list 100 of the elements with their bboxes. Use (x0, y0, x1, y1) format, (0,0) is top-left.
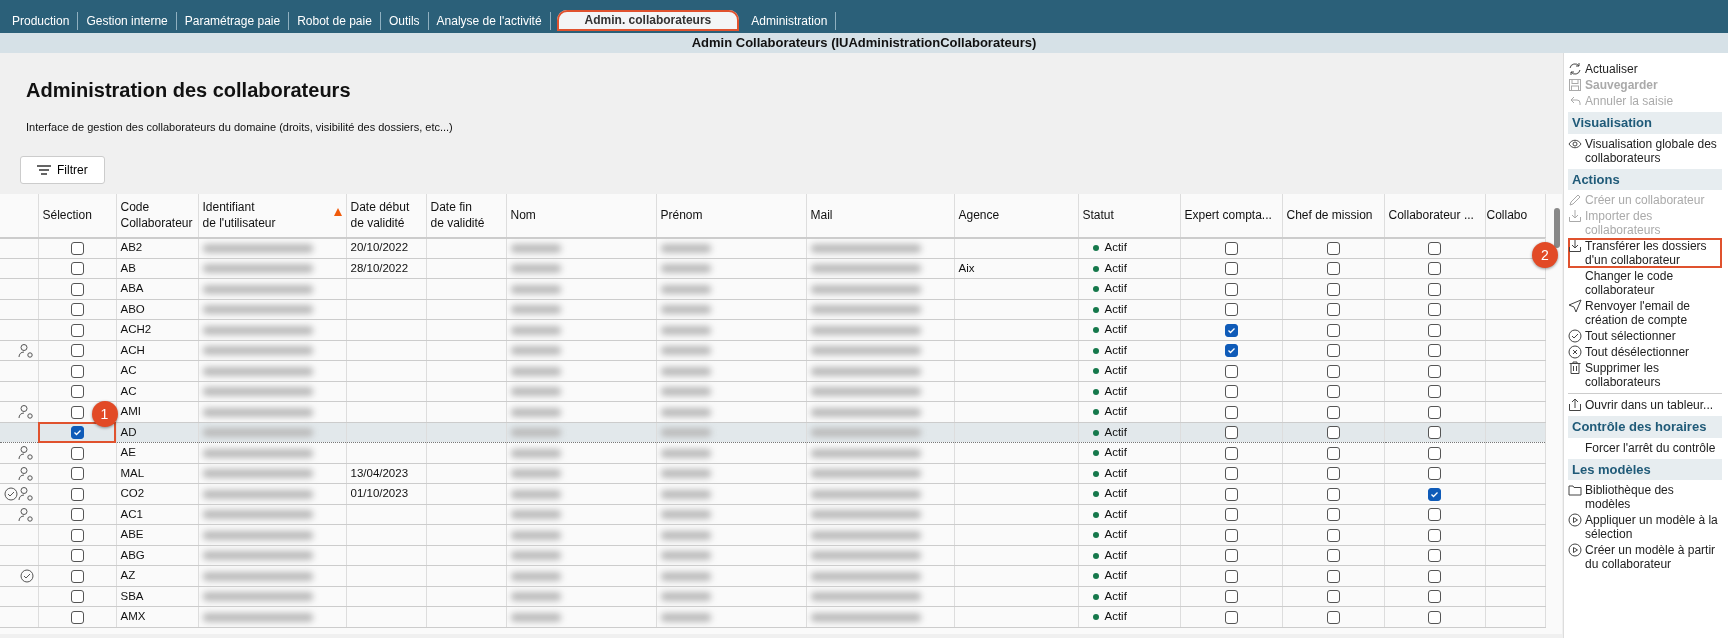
checkbox[interactable] (1428, 282, 1441, 296)
checkbox[interactable] (1224, 262, 1238, 276)
checkbox[interactable] (1428, 590, 1441, 604)
checkbox[interactable] (1224, 385, 1238, 399)
checkbox[interactable] (1224, 344, 1238, 358)
checkbox[interactable] (1224, 323, 1238, 337)
menu-tab[interactable]: Administration (743, 12, 837, 30)
menu-tab[interactable]: Outils (380, 12, 429, 30)
sidebar-link[interactable]: Transférer les dossiers d'un collaborateur (1568, 238, 1722, 268)
checkbox[interactable] (1428, 262, 1441, 276)
column-header[interactable]: Expert compta... (1180, 193, 1282, 238)
checkbox[interactable] (1428, 364, 1441, 378)
column-header[interactable]: Mail (806, 193, 954, 238)
checkbox[interactable] (70, 323, 84, 337)
checkbox[interactable] (70, 528, 84, 542)
menu-tab[interactable]: Production (4, 12, 79, 30)
checkbox[interactable] (1224, 590, 1238, 604)
checkbox[interactable] (1224, 405, 1238, 419)
column-header[interactable]: Date fin de validité (426, 193, 506, 238)
checkbox[interactable] (1224, 282, 1238, 296)
sidebar-link[interactable]: Renvoyer l'email de création de compte (1568, 298, 1722, 328)
column-header[interactable]: Date début de validité (346, 193, 426, 238)
checkbox[interactable] (1326, 241, 1340, 255)
checkbox[interactable] (1326, 467, 1340, 481)
column-header[interactable]: Collaborateur ... (1384, 193, 1485, 238)
checkbox[interactable] (1326, 262, 1340, 276)
sidebar-link[interactable]: Ouvrir dans un tableur... (1568, 397, 1722, 413)
checkbox[interactable] (1326, 303, 1340, 317)
column-header[interactable]: Chef de mission (1282, 193, 1384, 238)
checkbox[interactable] (1224, 487, 1238, 501)
checkbox[interactable] (70, 262, 84, 276)
checkbox[interactable] (70, 446, 84, 460)
column-header[interactable]: Sélection (38, 193, 116, 238)
column-header[interactable]: Nom (506, 193, 656, 238)
checkbox[interactable] (1326, 590, 1340, 604)
sidebar-link[interactable]: Créer un modèle à partir du collaborateur (1568, 542, 1722, 572)
checkbox[interactable] (1428, 405, 1441, 419)
checkbox[interactable] (70, 610, 84, 624)
checkbox[interactable] (70, 344, 84, 358)
checkbox[interactable] (1428, 446, 1441, 460)
checkbox[interactable] (1326, 323, 1340, 337)
sidebar-link[interactable]: Supprimer les collaborateurs (1568, 360, 1722, 390)
checkbox[interactable] (1326, 487, 1340, 501)
checkbox[interactable] (70, 241, 84, 255)
checkbox[interactable] (1326, 405, 1340, 419)
column-header[interactable]: Identifiant de l'utilisateur (198, 193, 346, 238)
column-header[interactable]: Agence (954, 193, 1078, 238)
checkbox[interactable] (1428, 323, 1441, 337)
checkbox[interactable] (1428, 569, 1441, 583)
checkbox[interactable] (70, 569, 84, 583)
checkbox[interactable] (1326, 610, 1340, 624)
sidebar-link[interactable]: Tout sélectionner (1568, 328, 1722, 344)
checkbox[interactable] (1224, 446, 1238, 460)
sidebar-link[interactable]: Tout désélectionner (1568, 344, 1722, 360)
column-header[interactable]: Code Collaborateur (116, 193, 198, 238)
menu-tab[interactable]: Paramétrage paie (176, 12, 290, 30)
filter-button[interactable]: Filtrer (20, 155, 105, 184)
checkbox[interactable] (1224, 364, 1238, 378)
checkbox[interactable] (1326, 282, 1340, 296)
checkbox[interactable] (1428, 508, 1441, 522)
menu-tab[interactable]: Admin. collaborateurs (556, 10, 740, 31)
checkbox[interactable] (70, 364, 84, 378)
checkbox[interactable] (70, 282, 84, 296)
checkbox[interactable] (70, 508, 84, 522)
menu-tab[interactable]: Gestion interne (78, 12, 177, 30)
checkbox[interactable] (70, 590, 84, 604)
checkbox[interactable] (1428, 467, 1441, 481)
checkbox[interactable] (1428, 303, 1441, 317)
sidebar-link[interactable]: Changer le code collaborateur (1568, 268, 1722, 298)
sidebar-link[interactable]: Actualiser (1568, 61, 1722, 77)
checkbox[interactable] (1326, 446, 1340, 460)
checkbox[interactable] (70, 549, 84, 563)
checkbox[interactable] (70, 385, 84, 399)
checkbox[interactable] (1224, 426, 1238, 440)
checkbox[interactable] (70, 467, 84, 481)
checkbox[interactable] (1224, 508, 1238, 522)
checkbox[interactable] (1428, 385, 1441, 399)
sidebar-link[interactable]: Appliquer un modèle à la sélection (1568, 512, 1722, 542)
checkbox[interactable] (1428, 344, 1441, 358)
sidebar-link[interactable]: Forcer l'arrêt du contrôle (1568, 439, 1722, 456)
checkbox[interactable] (1326, 385, 1340, 399)
checkbox[interactable] (1326, 426, 1340, 440)
checkbox[interactable] (70, 487, 84, 501)
checkbox[interactable] (70, 303, 84, 317)
checkbox[interactable] (1326, 569, 1340, 583)
menu-tab[interactable]: Robot de paie (289, 12, 381, 30)
column-header[interactable]: Collabo (1485, 193, 1545, 238)
checkbox[interactable] (1224, 303, 1238, 317)
checkbox[interactable] (1428, 426, 1441, 440)
checkbox[interactable] (1224, 528, 1238, 542)
checkbox[interactable] (1428, 610, 1441, 624)
checkbox[interactable] (1224, 610, 1238, 624)
checkbox[interactable] (1326, 344, 1340, 358)
checkbox[interactable] (1224, 241, 1238, 255)
checkbox[interactable] (1224, 467, 1238, 481)
checkbox[interactable] (1428, 549, 1441, 563)
menu-tab[interactable]: Analyse de l'activité (428, 12, 551, 30)
checkbox[interactable] (1224, 549, 1238, 563)
checkbox[interactable] (70, 405, 84, 419)
checkbox[interactable] (1326, 508, 1340, 522)
